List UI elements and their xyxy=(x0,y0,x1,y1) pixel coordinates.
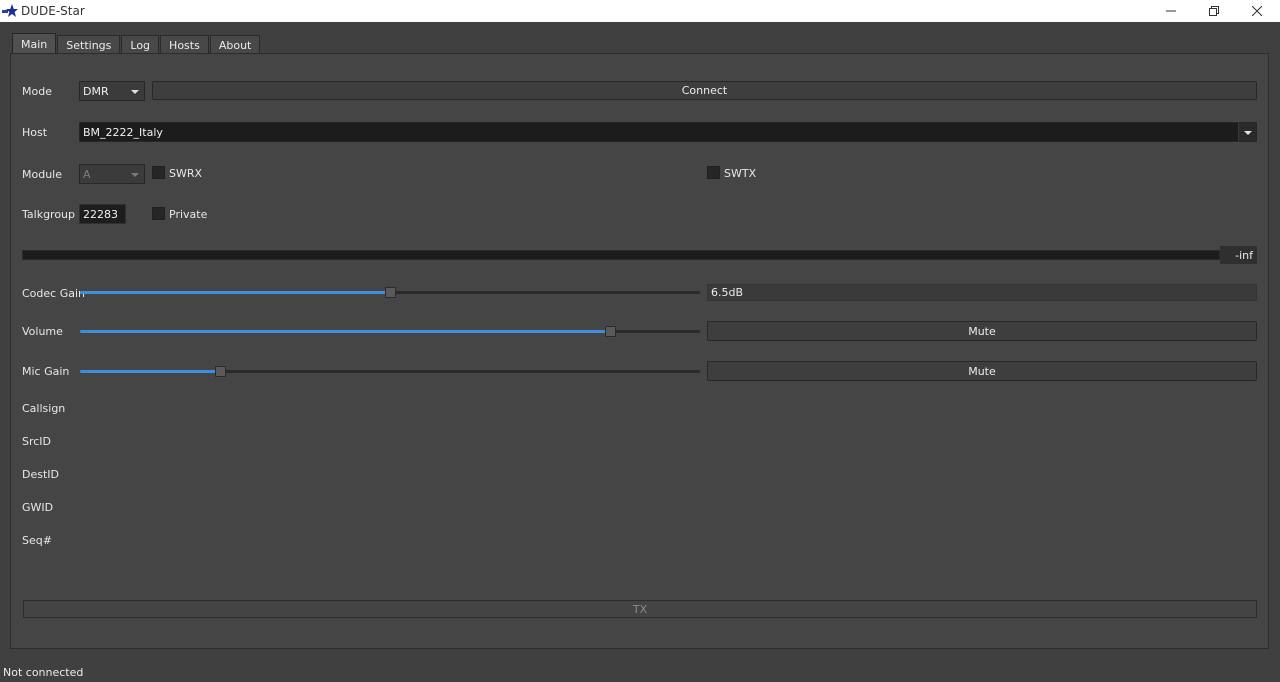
mode-label: Mode xyxy=(22,85,52,98)
mic-mute-button[interactable]: Mute xyxy=(707,361,1257,381)
codec-gain-slider[interactable] xyxy=(80,286,700,298)
seq-label: Seq# xyxy=(22,534,52,547)
tab-bar: Main Settings Log Hosts About xyxy=(12,33,261,55)
slider-handle[interactable] xyxy=(215,366,226,377)
private-label: Private xyxy=(169,208,208,221)
talkgroup-input[interactable]: 22283 xyxy=(79,204,126,224)
tab-settings[interactable]: Settings xyxy=(57,35,121,54)
srcid-label: SrcID xyxy=(22,435,52,448)
swrx-label: SWRX xyxy=(169,167,203,180)
window-title: DUDE-Star xyxy=(21,4,85,18)
minimize-button[interactable] xyxy=(1148,0,1194,22)
talkgroup-label: Talkgroup xyxy=(22,208,76,221)
host-select[interactable]: BM_2222_Italy xyxy=(79,122,1257,142)
app-star-icon xyxy=(2,4,18,17)
gwid-label: GWID xyxy=(22,501,54,514)
host-label: Host xyxy=(22,126,48,139)
chevron-down-icon[interactable] xyxy=(1238,123,1256,141)
volume-slider[interactable] xyxy=(80,325,700,337)
swrx-checkbox[interactable] xyxy=(152,166,165,179)
audio-level-meter xyxy=(22,250,1220,260)
restore-button[interactable] xyxy=(1191,0,1237,22)
main-panel xyxy=(10,53,1269,649)
tab-main[interactable]: Main xyxy=(12,33,57,55)
mode-select[interactable]: DMR xyxy=(79,81,145,101)
tab-log[interactable]: Log xyxy=(121,35,160,54)
slider-fill xyxy=(80,370,220,373)
mode-value: DMR xyxy=(83,84,109,98)
swtx-checkbox[interactable] xyxy=(707,166,720,179)
tx-button[interactable]: TX xyxy=(23,600,1257,618)
mic-gain-slider[interactable] xyxy=(80,365,700,377)
mic-gain-label: Mic Gain xyxy=(22,365,70,378)
slider-fill xyxy=(80,330,610,333)
audio-level-readout: -inf xyxy=(1220,246,1257,264)
module-value: A xyxy=(83,167,91,181)
private-checkbox[interactable] xyxy=(152,207,165,220)
title-bar: DUDE-Star xyxy=(0,0,1280,22)
callsign-label: Callsign xyxy=(22,402,66,415)
volume-label: Volume xyxy=(22,325,63,338)
module-select[interactable]: A xyxy=(79,164,145,184)
codec-gain-value: 6.5dB xyxy=(707,284,1257,301)
connect-button[interactable]: Connect xyxy=(152,81,1257,100)
status-text: Not connected xyxy=(3,666,84,679)
restore-icon xyxy=(1209,6,1219,16)
close-button[interactable] xyxy=(1234,0,1280,22)
chevron-down-icon xyxy=(131,90,139,94)
minimize-icon xyxy=(1166,10,1176,12)
destid-label: DestID xyxy=(22,468,59,481)
tab-hosts[interactable]: Hosts xyxy=(160,35,209,54)
slider-handle[interactable] xyxy=(605,326,616,337)
module-label: Module xyxy=(22,168,62,181)
chevron-down-icon xyxy=(131,173,139,177)
slider-handle[interactable] xyxy=(385,287,396,298)
host-value: BM_2222_Italy xyxy=(83,125,163,139)
codec-gain-label: Codec Gain xyxy=(22,287,85,300)
volume-mute-button[interactable]: Mute xyxy=(707,321,1257,341)
close-icon xyxy=(1252,6,1262,16)
tab-about[interactable]: About xyxy=(209,35,261,54)
swtx-label: SWTX xyxy=(724,167,757,180)
slider-fill xyxy=(80,291,390,294)
